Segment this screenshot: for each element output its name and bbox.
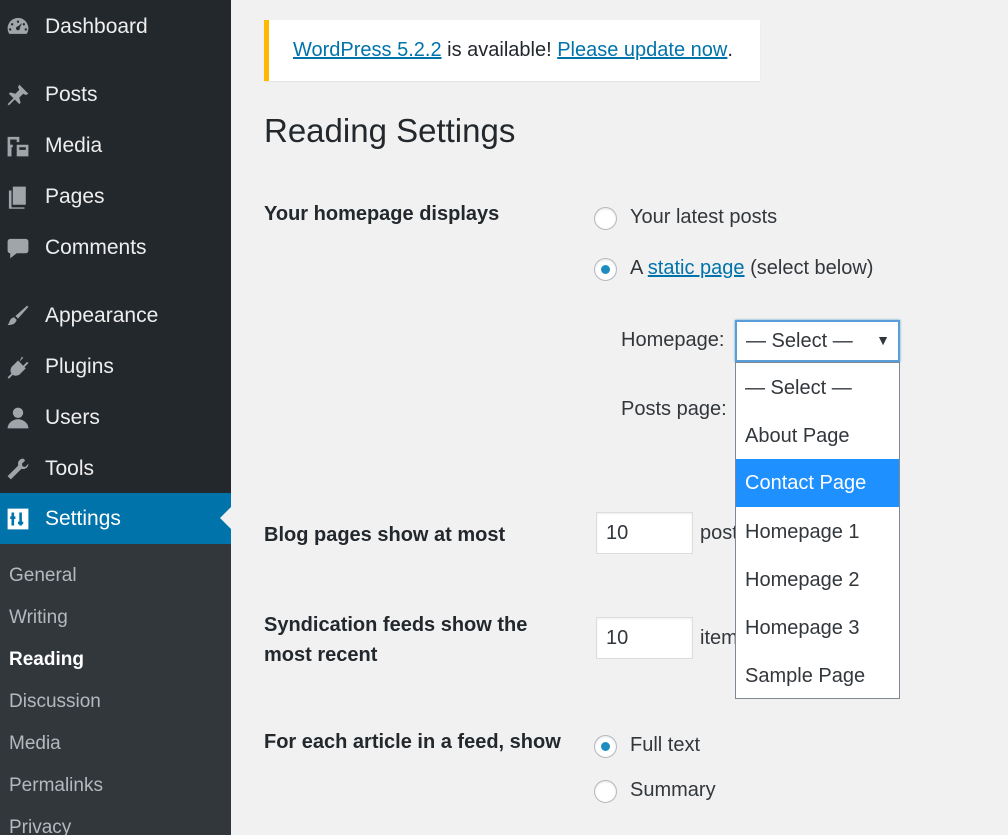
submenu-item-permalinks[interactable]: Permalinks bbox=[9, 775, 103, 797]
update-notice: WordPress 5.2.2 is available! Please upd… bbox=[264, 20, 760, 81]
homepage-dropdown-list: — Select — About Page Contact Page Homep… bbox=[735, 362, 900, 699]
paintbrush-icon bbox=[4, 302, 32, 330]
sidebar-item-label: Pages bbox=[45, 185, 105, 208]
admin-sidebar: Dashboard Posts Media Pages Comments App… bbox=[0, 0, 231, 835]
notice-text: is available! bbox=[441, 39, 558, 61]
sidebar-item-label: Appearance bbox=[45, 304, 159, 327]
syndication-label-line1: Syndication feeds show the bbox=[264, 614, 528, 636]
settings-submenu: General Writing Reading Discussion Media… bbox=[0, 544, 231, 835]
submenu-item-reading[interactable]: Reading bbox=[9, 649, 84, 671]
sidebar-item-label: Users bbox=[45, 406, 100, 429]
user-icon bbox=[4, 404, 32, 432]
full-text-radio[interactable] bbox=[594, 735, 617, 758]
dropdown-option[interactable]: Sample Page bbox=[736, 652, 899, 700]
latest-posts-label: Your latest posts bbox=[630, 206, 778, 228]
dropdown-option[interactable]: Homepage 3 bbox=[736, 604, 899, 652]
comments-icon bbox=[4, 234, 32, 262]
sidebar-item-label: Media bbox=[45, 134, 103, 157]
sidebar-item-appearance[interactable]: Appearance bbox=[0, 294, 231, 338]
sidebar-item-label: Posts bbox=[45, 83, 98, 106]
static-page-link[interactable]: static page bbox=[648, 257, 745, 279]
syndication-label-line2: most recent bbox=[264, 644, 378, 666]
sidebar-item-settings[interactable]: Settings bbox=[0, 493, 231, 544]
sidebar-item-media[interactable]: Media bbox=[0, 124, 231, 168]
submenu-item-media[interactable]: Media bbox=[9, 733, 61, 755]
static-page-label: A static page (select below) bbox=[630, 257, 873, 280]
sidebar-item-comments[interactable]: Comments bbox=[0, 226, 231, 270]
summary-radio[interactable] bbox=[594, 780, 617, 803]
posts-page-field-label: Posts page: bbox=[621, 398, 727, 420]
page-title: Reading Settings bbox=[264, 112, 516, 149]
sidebar-item-label: Dashboard bbox=[45, 15, 148, 38]
homepage-select-value: — Select — bbox=[746, 329, 853, 352]
sidebar-item-tools[interactable]: Tools bbox=[0, 447, 231, 491]
dropdown-option[interactable]: About Page bbox=[736, 412, 899, 460]
wordpress-version-link[interactable]: WordPress 5.2.2 bbox=[293, 39, 442, 62]
feed-article-label: For each article in a feed, show bbox=[264, 731, 561, 753]
notice-end: . bbox=[727, 39, 733, 61]
dropdown-option[interactable]: Homepage 2 bbox=[736, 556, 899, 604]
static-page-radio[interactable] bbox=[594, 258, 617, 281]
sidebar-item-pages[interactable]: Pages bbox=[0, 175, 231, 219]
submenu-item-general[interactable]: General bbox=[9, 565, 77, 587]
settings-icon bbox=[4, 505, 32, 533]
static-page-prefix: A bbox=[630, 257, 648, 279]
sidebar-item-label: Tools bbox=[45, 457, 95, 480]
dropdown-option[interactable]: — Select — bbox=[736, 364, 899, 412]
blog-pages-label: Blog pages show at most bbox=[264, 524, 506, 546]
full-text-label: Full text bbox=[630, 734, 701, 756]
sidebar-item-label: Settings bbox=[45, 506, 121, 530]
sidebar-item-users[interactable]: Users bbox=[0, 396, 231, 440]
posts-per-page-input[interactable]: 10 bbox=[596, 512, 693, 554]
update-now-link[interactable]: Please update now bbox=[557, 39, 727, 62]
dropdown-option[interactable]: Homepage 1 bbox=[736, 508, 899, 556]
wrench-icon bbox=[4, 455, 32, 483]
pages-icon bbox=[4, 183, 32, 211]
homepage-field-label: Homepage: bbox=[621, 329, 725, 351]
sidebar-item-label: Plugins bbox=[45, 355, 114, 378]
dropdown-option-highlighted[interactable]: Contact Page bbox=[736, 459, 899, 507]
sidebar-item-dashboard[interactable]: Dashboard bbox=[0, 5, 231, 49]
homepage-select[interactable]: — Select — ▼ bbox=[735, 320, 900, 362]
pushpin-icon bbox=[4, 81, 32, 109]
sidebar-item-posts[interactable]: Posts bbox=[0, 73, 231, 117]
static-page-suffix: (select below) bbox=[744, 257, 874, 279]
chevron-down-icon: ▼ bbox=[876, 332, 890, 348]
latest-posts-radio[interactable] bbox=[594, 207, 617, 230]
homepage-displays-label: Your homepage displays bbox=[264, 203, 500, 225]
active-arrow bbox=[220, 507, 231, 529]
submenu-item-discussion[interactable]: Discussion bbox=[9, 691, 101, 713]
media-icon bbox=[4, 132, 32, 160]
dashboard-icon bbox=[4, 13, 32, 41]
submenu-item-writing[interactable]: Writing bbox=[9, 607, 68, 629]
summary-label: Summary bbox=[630, 779, 716, 801]
sidebar-item-plugins[interactable]: Plugins bbox=[0, 345, 231, 389]
sidebar-item-label: Comments bbox=[45, 236, 147, 259]
plugin-icon bbox=[4, 353, 32, 381]
feed-items-input[interactable]: 10 bbox=[596, 617, 693, 659]
submenu-item-privacy[interactable]: Privacy bbox=[9, 817, 71, 835]
